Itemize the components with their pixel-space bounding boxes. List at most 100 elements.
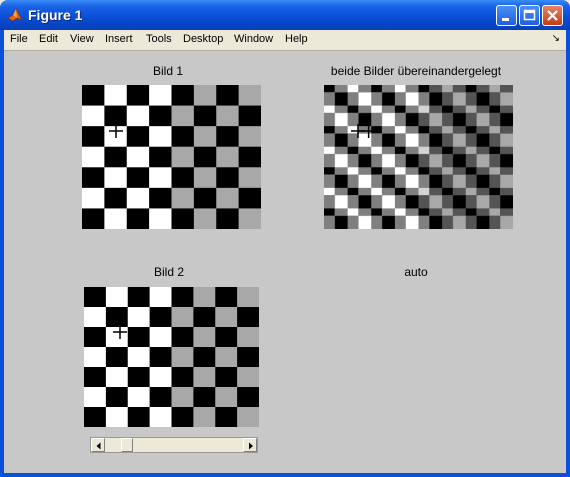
checker-cell <box>238 187 261 209</box>
title-bar[interactable]: Figure 1 <box>0 0 570 30</box>
horizontal-slider[interactable] <box>90 437 258 453</box>
checker-cell <box>193 387 216 408</box>
overlay-checker-cell <box>324 85 336 93</box>
checker-cell <box>126 146 150 168</box>
checker-cell <box>171 387 194 408</box>
checker-cell <box>127 347 151 368</box>
overlay-checker-cell <box>429 215 454 229</box>
overlay-checker-cell <box>405 112 430 134</box>
checker-cell <box>149 167 172 189</box>
overlay-checker-cell <box>476 133 501 155</box>
overlay-checkerboard-axes[interactable] <box>324 85 513 229</box>
checker-cell <box>193 85 217 107</box>
checker-cell <box>171 407 194 427</box>
overlay-checker-cell <box>358 133 383 155</box>
overlay-checker-cell <box>429 112 454 134</box>
overlay-checker-cell <box>358 153 383 175</box>
checker-cell <box>171 167 195 189</box>
checker-cell <box>193 287 216 308</box>
checker-cell <box>193 367 216 388</box>
checker-cell <box>237 407 259 427</box>
slider-thumb[interactable] <box>121 438 134 452</box>
checker-cell <box>237 347 259 368</box>
menu-window[interactable]: Window <box>234 33 273 45</box>
overlay-checker-cell <box>381 153 407 175</box>
checker-cell <box>104 167 128 189</box>
checker-cell <box>216 105 240 127</box>
checker-cell <box>104 146 128 168</box>
menu-file[interactable]: File <box>10 33 28 45</box>
checker-cell <box>216 208 240 229</box>
checker-cell <box>84 407 107 427</box>
checker-cell <box>82 146 105 168</box>
overlay-checker-cell <box>476 195 501 217</box>
overlay-checker-cell <box>429 153 454 175</box>
minimize-icon <box>502 18 509 21</box>
minimize-button[interactable] <box>496 5 517 26</box>
maximize-button[interactable] <box>519 5 540 26</box>
overlay-checker-cell <box>324 112 336 134</box>
checker-cell <box>149 187 172 209</box>
checker-cell <box>238 208 261 229</box>
checker-cell <box>216 187 240 209</box>
overlay-checker-cell <box>452 153 477 175</box>
checker-cell <box>171 187 195 209</box>
close-button[interactable] <box>542 5 563 26</box>
overlay-checker-cell <box>405 92 430 114</box>
checker-cell <box>84 287 107 308</box>
bild2-checkerboard-axes[interactable] <box>84 287 259 427</box>
overlay-checker-cell <box>334 92 359 114</box>
overlay-checker-cell <box>452 85 477 93</box>
checker-cell <box>82 85 105 107</box>
checker-cell <box>193 105 217 127</box>
overlay-checker-cell <box>429 174 454 196</box>
overlay-checker-cell <box>358 195 383 217</box>
menu-tools[interactable]: Tools <box>146 33 172 45</box>
checker-cell <box>84 347 107 368</box>
overlay-checker-cell <box>405 133 430 155</box>
dock-arrow-icon[interactable]: ↘ <box>552 33 560 44</box>
menu-help[interactable]: Help <box>285 33 308 45</box>
overlay-checker-cell <box>381 174 407 196</box>
overlay-checker-cell <box>500 195 513 217</box>
overlay-checker-cell <box>358 174 383 196</box>
checker-cell <box>237 387 259 408</box>
checker-cell <box>105 327 129 348</box>
checker-cell <box>215 407 238 427</box>
menu-bar: File Edit View Insert Tools Desktop Wind… <box>4 30 566 51</box>
slider-right-button[interactable] <box>243 438 257 452</box>
bild1-checkerboard-axes[interactable] <box>82 85 261 229</box>
overlay-checker-cell <box>334 133 359 155</box>
overlay-checker-cell <box>324 92 336 114</box>
checker-cell <box>104 105 128 127</box>
checker-cell <box>82 105 105 127</box>
menu-insert[interactable]: Insert <box>105 33 133 45</box>
checker-cell <box>215 387 238 408</box>
checker-cell <box>127 287 151 308</box>
checker-cell <box>105 407 129 427</box>
checker-cell <box>149 146 172 168</box>
checker-cell <box>216 146 240 168</box>
overlay-checker-cell <box>476 85 501 93</box>
checker-cell <box>238 105 261 127</box>
checker-cell <box>193 187 217 209</box>
checker-cell <box>216 126 240 148</box>
checker-cell <box>104 85 128 107</box>
overlay-checker-cell <box>334 153 359 175</box>
checker-cell <box>171 126 195 148</box>
menu-edit[interactable]: Edit <box>39 33 58 45</box>
checker-cell <box>171 105 195 127</box>
figure-client-area: File Edit View Insert Tools Desktop Wind… <box>4 30 566 473</box>
slider-left-button[interactable] <box>91 438 105 452</box>
menu-view[interactable]: View <box>70 33 94 45</box>
overlay-checker-cell <box>500 215 513 229</box>
checker-cell <box>238 126 261 148</box>
checker-cell <box>171 146 195 168</box>
overlay-checker-cell <box>452 215 477 229</box>
checker-cell <box>149 367 172 388</box>
checker-cell <box>215 287 238 308</box>
menu-desktop[interactable]: Desktop <box>183 33 223 45</box>
overlay-checker-cell <box>324 153 336 175</box>
checker-cell <box>149 387 172 408</box>
auto-label: auto <box>404 265 428 279</box>
